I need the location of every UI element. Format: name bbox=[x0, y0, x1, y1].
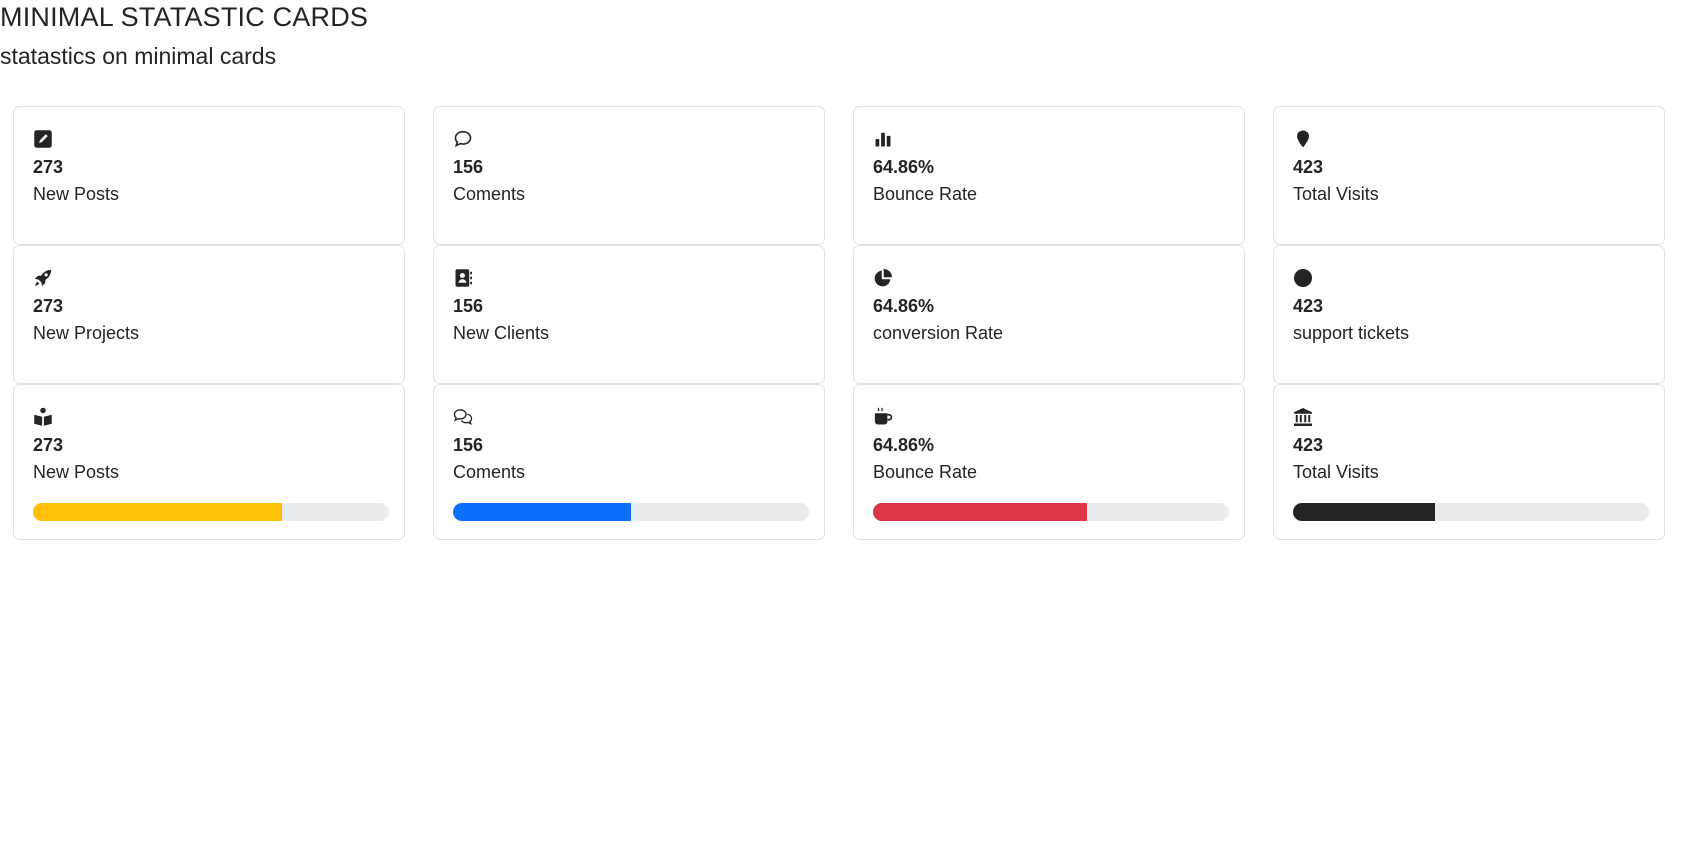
bank-icon bbox=[1293, 407, 1313, 427]
stat-label: conversion Rate bbox=[873, 323, 1004, 343]
page-title: MINIMAL STATASTIC CARDS bbox=[0, 2, 369, 32]
pencil-square-icon bbox=[33, 129, 53, 149]
stat-card-conversion-rate: 64.86% conversion Rate bbox=[853, 245, 1245, 384]
stat-card-new-posts: 273 New Posts bbox=[13, 106, 405, 245]
progress-bar bbox=[453, 503, 809, 521]
progress-bar bbox=[873, 503, 1229, 521]
stat-label: New Clients bbox=[453, 323, 550, 343]
coffee-cup-icon bbox=[873, 407, 893, 427]
stat-label: Total Visits bbox=[1293, 462, 1379, 482]
stats-row-3: 273 New Posts 156 Coments 64.86% Bounce … bbox=[13, 384, 1675, 540]
stat-value: 423 bbox=[1293, 435, 1324, 455]
stat-value: 423 bbox=[1293, 157, 1324, 177]
stat-label: Coments bbox=[453, 184, 526, 204]
stat-card-support-tickets: 423 support tickets bbox=[1273, 245, 1665, 384]
progress-fill bbox=[873, 503, 1087, 521]
stat-card-new-clients: 156 New Clients bbox=[433, 245, 825, 384]
stat-card-total-visits: 423 Total Visits bbox=[1273, 106, 1665, 245]
progress-fill bbox=[453, 503, 631, 521]
stat-value: 156 bbox=[453, 435, 484, 455]
book-reader-icon bbox=[33, 407, 53, 427]
stat-card-total-visits-progress: 423 Total Visits bbox=[1273, 384, 1665, 540]
page-subtitle: statastics on minimal cards bbox=[0, 43, 277, 69]
stat-card-bounce-rate-progress: 64.86% Bounce Rate bbox=[853, 384, 1245, 540]
progress-fill bbox=[1293, 503, 1436, 521]
stat-value: 64.86% bbox=[873, 435, 935, 455]
stat-value: 423 bbox=[1293, 296, 1324, 316]
bar-chart-icon bbox=[873, 129, 893, 149]
chat-dots-icon bbox=[453, 407, 473, 427]
stats-row-2: 273 New Projects 156 New Clients 64.86% … bbox=[13, 245, 1675, 384]
stat-label: Total Visits bbox=[1293, 184, 1379, 204]
stat-card-new-posts-progress: 273 New Posts bbox=[13, 384, 405, 540]
stat-value: 273 bbox=[33, 296, 64, 316]
map-pin-icon bbox=[1293, 129, 1313, 149]
progress-bar bbox=[33, 503, 389, 521]
stat-value: 273 bbox=[33, 435, 64, 455]
progress-bar bbox=[1293, 503, 1649, 521]
stat-label: New Posts bbox=[33, 184, 120, 204]
address-book-icon bbox=[453, 268, 473, 288]
stat-value: 156 bbox=[453, 157, 484, 177]
rocket-icon bbox=[33, 268, 53, 288]
chat-bubble-icon bbox=[453, 129, 473, 149]
stat-value: 64.86% bbox=[873, 157, 935, 177]
stat-value: 64.86% bbox=[873, 296, 935, 316]
stat-card-comments: 156 Coments bbox=[433, 106, 825, 245]
stat-label: New Projects bbox=[33, 323, 140, 343]
progress-fill bbox=[33, 503, 283, 521]
pie-chart-icon bbox=[873, 268, 893, 288]
stats-row-1: 273 New Posts 156 Coments 64.86% Bounce … bbox=[13, 106, 1675, 245]
stat-value: 273 bbox=[33, 157, 64, 177]
stat-label: Bounce Rate bbox=[873, 462, 978, 482]
stat-card-comments-progress: 156 Coments bbox=[433, 384, 825, 540]
stat-label: New Posts bbox=[33, 462, 120, 482]
stat-card-bounce-rate: 64.86% Bounce Rate bbox=[853, 106, 1245, 245]
stat-card-new-projects: 273 New Projects bbox=[13, 245, 405, 384]
stat-value: 156 bbox=[453, 296, 484, 316]
stat-label: Coments bbox=[453, 462, 526, 482]
stat-label: support tickets bbox=[1293, 323, 1410, 343]
circle-icon bbox=[1293, 268, 1313, 288]
stat-label: Bounce Rate bbox=[873, 184, 978, 204]
stats-grid: 273 New Posts 156 Coments 64.86% Bounce … bbox=[13, 106, 1675, 540]
